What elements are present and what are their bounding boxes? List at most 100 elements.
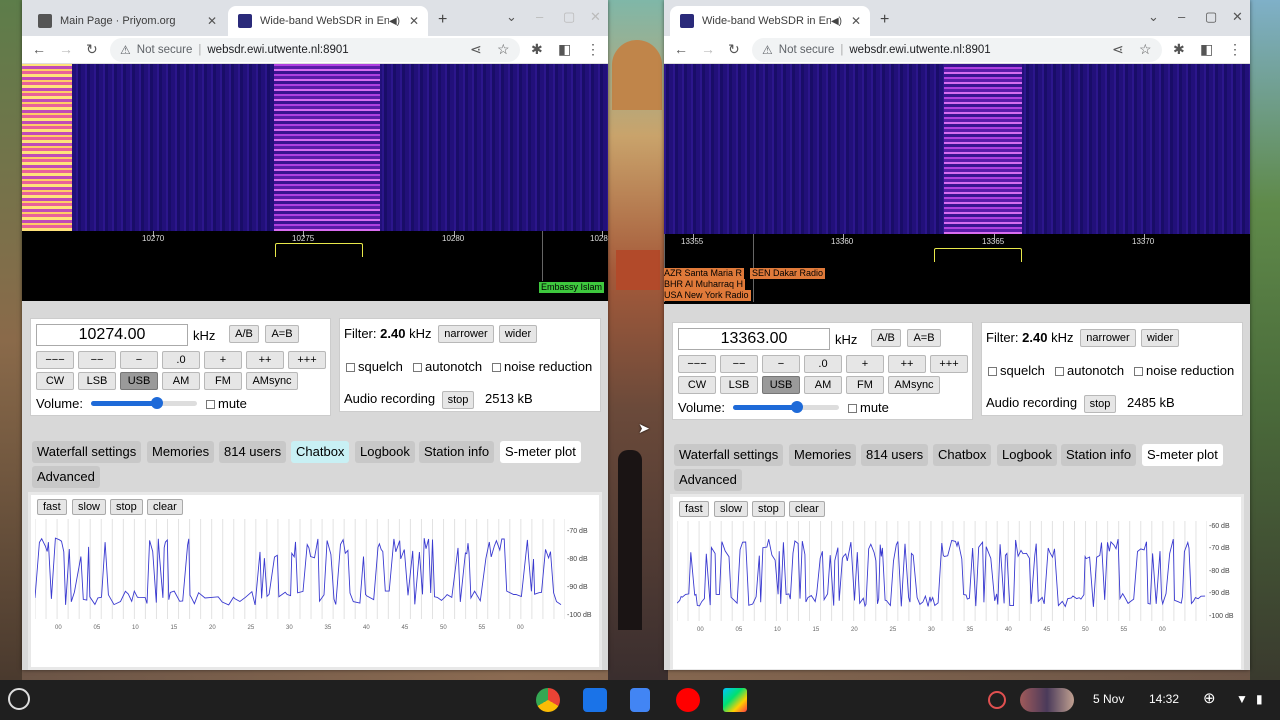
passband-filter-marker[interactable] [934,248,1022,262]
step-button[interactable]: − [762,355,800,373]
volume-knob[interactable] [790,401,803,413]
mode-lsb-button[interactable]: LSB [720,376,758,394]
slow-button[interactable]: slow [72,499,107,515]
ab-button[interactable]: A/B [871,329,901,347]
checkbox-box[interactable] [1055,367,1064,376]
tab-chatbox[interactable]: Chatbox [933,444,992,466]
share-icon[interactable]: ⋖ [1112,41,1124,58]
address-bar[interactable]: ⚠ Not secure | websdr.ewi.utwente.nl:890… [752,38,1162,62]
youtube-app-icon[interactable] [676,688,700,712]
forward-icon[interactable]: → [59,41,73,57]
frequency-scale[interactable]: 10270 10275 10280 1028 Embassy Islam [22,231,608,301]
step-button[interactable]: .0 [804,355,842,373]
back-icon[interactable]: ← [32,41,46,57]
maximize-icon[interactable]: ▢ [1205,9,1217,25]
a-equals-b-button[interactable]: A=B [265,325,299,343]
back-icon[interactable]: ← [674,41,688,57]
battery-icon[interactable]: ▮ [1256,692,1263,706]
close-tab-icon[interactable]: ✕ [406,14,422,28]
frequency-input[interactable]: 13363.00 [678,328,830,350]
step-button[interactable]: −−− [678,355,716,373]
volume-knob[interactable] [150,397,163,409]
step-button[interactable]: + [846,355,884,373]
step-button[interactable]: −−− [36,351,74,369]
checkbox-box[interactable] [346,363,355,372]
time-display[interactable]: 14:32 [1149,692,1179,706]
stop-button[interactable]: stop [752,501,785,517]
mode-am-button[interactable]: AM [162,372,200,390]
step-button[interactable]: + [204,351,242,369]
tab-chatbox[interactable]: Chatbox [291,441,350,463]
tab-waterfall-settings[interactable]: Waterfall settings [32,441,142,463]
autonotch-checkbox[interactable]: autonotch [413,359,482,374]
stop-button[interactable]: stop [110,499,143,515]
autonotch-checkbox[interactable]: autonotch [1055,363,1124,378]
menu-icon[interactable]: ⋮ [586,41,600,58]
tab-users[interactable]: 814 users [219,441,287,463]
volume-slider[interactable] [733,401,839,413]
wider-button[interactable]: wider [499,325,537,343]
wifi-icon[interactable]: ▼ [1236,692,1248,706]
speaker-icon[interactable]: ◀) [389,16,400,27]
tab-station-info[interactable]: Station info [419,441,495,463]
passband-filter-marker[interactable] [275,243,363,257]
tab-priyom[interactable]: Main Page · Priyom.org ✕ [28,6,226,36]
station-label[interactable]: Embassy Islam [539,282,605,293]
reload-icon[interactable]: ↻ [86,41,98,58]
mode-amsync-button[interactable]: AMsync [246,372,298,390]
mode-am-button[interactable]: AM [804,376,842,394]
mute-checkbox[interactable]: mute [848,400,889,415]
slow-button[interactable]: slow [714,501,749,517]
tab-memories[interactable]: Memories [147,441,215,463]
step-button[interactable]: −− [78,351,116,369]
tab-s-meter-plot[interactable]: S-meter plot [500,441,581,463]
narrower-button[interactable]: narrower [1080,329,1136,347]
clear-button[interactable]: clear [147,499,183,515]
avatar[interactable] [1020,688,1074,712]
launcher-icon[interactable] [8,688,30,710]
narrower-button[interactable]: narrower [438,325,494,343]
squelch-checkbox[interactable]: squelch [988,363,1045,378]
checkbox-box[interactable] [413,363,422,372]
step-button[interactable]: +++ [930,355,968,373]
tab-websdr[interactable]: Wide-band WebSDR in Ensch ◀) ✕ [670,6,870,36]
ab-button[interactable]: A/B [229,325,259,343]
fast-button[interactable]: fast [679,501,709,517]
step-button[interactable]: ++ [246,351,284,369]
squelch-checkbox[interactable]: squelch [346,359,403,374]
tab-search-icon[interactable]: ⌄ [1148,9,1159,25]
new-tab-icon[interactable]: + [438,11,447,29]
recording-stop-button[interactable]: stop [442,391,474,409]
reload-icon[interactable]: ↻ [728,41,740,58]
add-icon[interactable]: ⊕ [1203,689,1216,707]
tab-logbook[interactable]: Logbook [355,441,415,463]
forward-icon[interactable]: → [701,41,715,57]
waterfall-display[interactable] [22,64,608,231]
extensions-icon[interactable]: ✱ [531,41,543,58]
checkbox-box[interactable] [988,367,997,376]
side-panel-icon[interactable]: ◧ [558,41,571,58]
close-tab-icon[interactable]: ✕ [204,14,220,28]
checkbox-box[interactable] [848,404,857,413]
close-window-icon[interactable]: ✕ [1232,9,1243,25]
share-icon[interactable]: ⋖ [470,41,482,58]
step-button[interactable]: ++ [888,355,926,373]
noise-reduction-checkbox[interactable]: noise reduction [1134,363,1234,378]
address-bar[interactable]: ⚠ Not secure | websdr.ewi.utwente.nl:890… [110,38,520,62]
station-label[interactable]: SEN Dakar Radio [750,268,826,279]
tab-station-info[interactable]: Station info [1061,444,1137,466]
speaker-icon[interactable]: ◀) [831,16,842,27]
clear-button[interactable]: clear [789,501,825,517]
frequency-scale[interactable]: 13355 13360 13365 13370 AZR Santa Maria … [664,234,1250,304]
tab-s-meter-plot[interactable]: S-meter plot [1142,444,1223,466]
station-label[interactable]: BHR Al Muharraq H [664,279,746,290]
checkbox-box[interactable] [492,363,501,372]
frequency-input[interactable]: 10274.00 [36,324,188,346]
tab-memories[interactable]: Memories [789,444,857,466]
close-window-icon[interactable]: ✕ [590,9,601,25]
maximize-icon[interactable]: ▢ [563,9,575,25]
extensions-icon[interactable]: ✱ [1173,41,1185,58]
mode-usb-button[interactable]: USB [120,372,158,390]
step-button[interactable]: −− [720,355,758,373]
minimize-icon[interactable]: – [1178,9,1185,24]
